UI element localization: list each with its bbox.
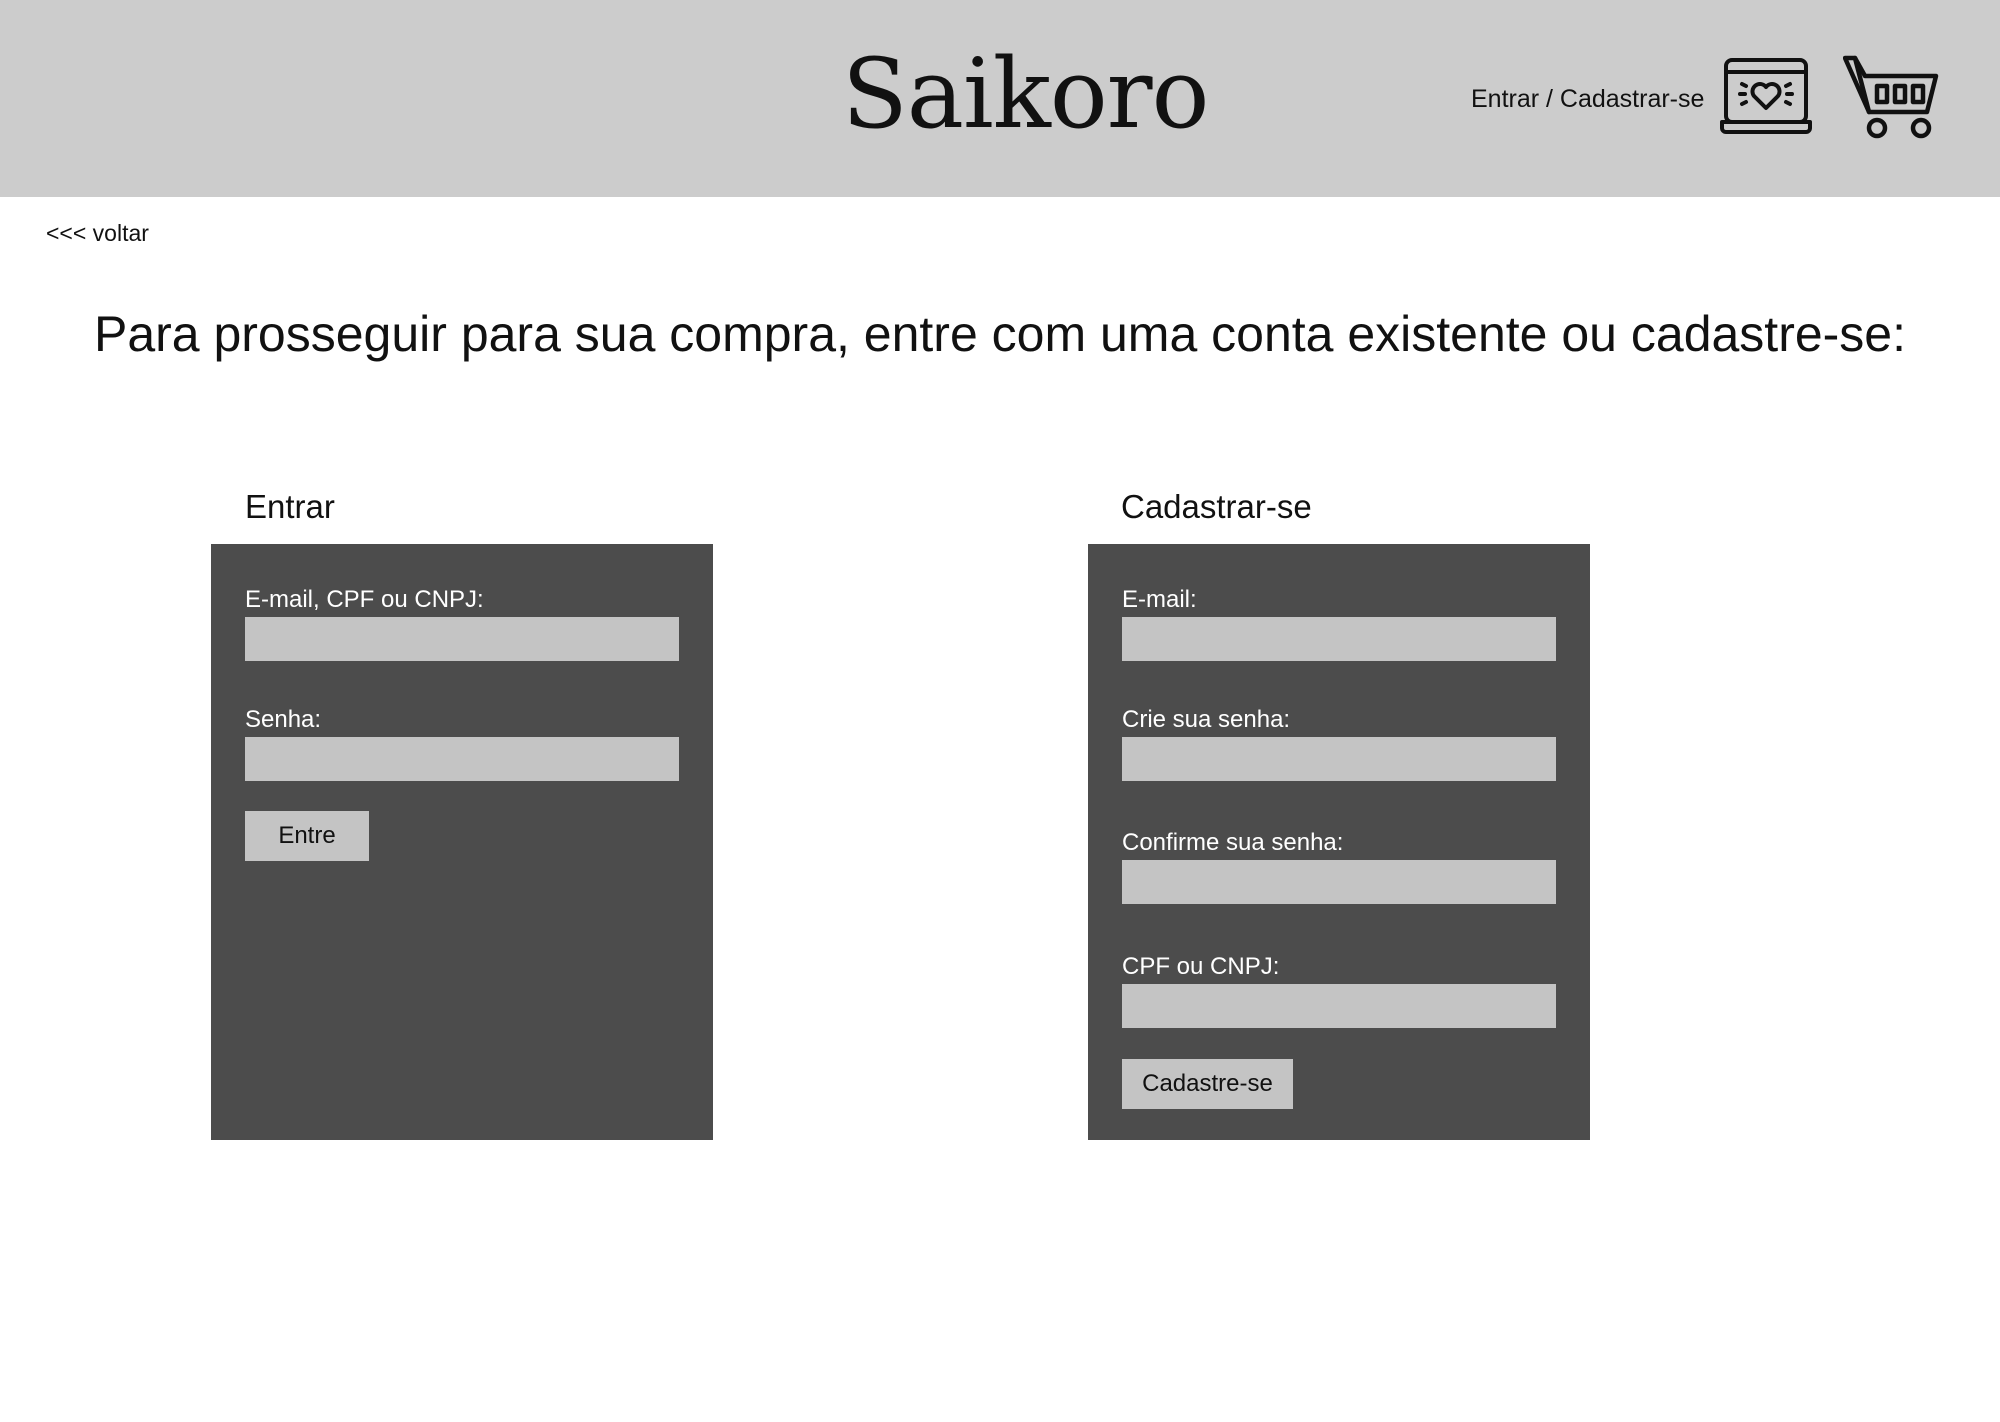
login-signup-link[interactable]: Entrar / Cadastrar-se [1471, 83, 1704, 115]
signup-email-label: E-mail: [1122, 586, 1197, 613]
login-panel: E-mail, CPF ou CNPJ: Senha: Entre [211, 544, 713, 1140]
signup-password-input[interactable] [1122, 737, 1556, 781]
login-password-input[interactable] [245, 737, 679, 781]
login-identifier-input[interactable] [245, 617, 679, 661]
signup-section-title: Cadastrar-se [1121, 488, 1312, 525]
login-identifier-label: E-mail, CPF ou CNPJ: [245, 586, 484, 613]
signup-document-input[interactable] [1122, 984, 1556, 1028]
signup-email-input[interactable] [1122, 617, 1556, 661]
signup-password-label: Crie sua senha: [1122, 706, 1291, 733]
site-logo[interactable]: Saikoro [842, 34, 1209, 154]
signup-panel: E-mail: Crie sua senha: Confirme sua sen… [1088, 544, 1590, 1140]
login-password-label: Senha: [245, 706, 322, 733]
login-section-title: Entrar [245, 488, 335, 525]
wishlist-laptop-heart-icon[interactable] [1720, 56, 1812, 136]
signup-submit-button[interactable]: Cadastre-se [1122, 1059, 1293, 1109]
signup-confirm-password-input[interactable] [1122, 860, 1556, 904]
back-link[interactable]: <<< voltar [46, 218, 149, 248]
shopping-cart-icon[interactable] [1843, 54, 1939, 140]
signup-document-label: CPF ou CNPJ: [1122, 953, 1280, 980]
signup-confirm-password-label: Confirme sua senha: [1122, 829, 1344, 856]
site-header: Saikoro Entrar / Cadastrar-se [0, 0, 2000, 197]
page-title: Para prosseguir para sua compra, entre c… [93, 306, 1907, 362]
login-submit-button[interactable]: Entre [245, 811, 369, 861]
